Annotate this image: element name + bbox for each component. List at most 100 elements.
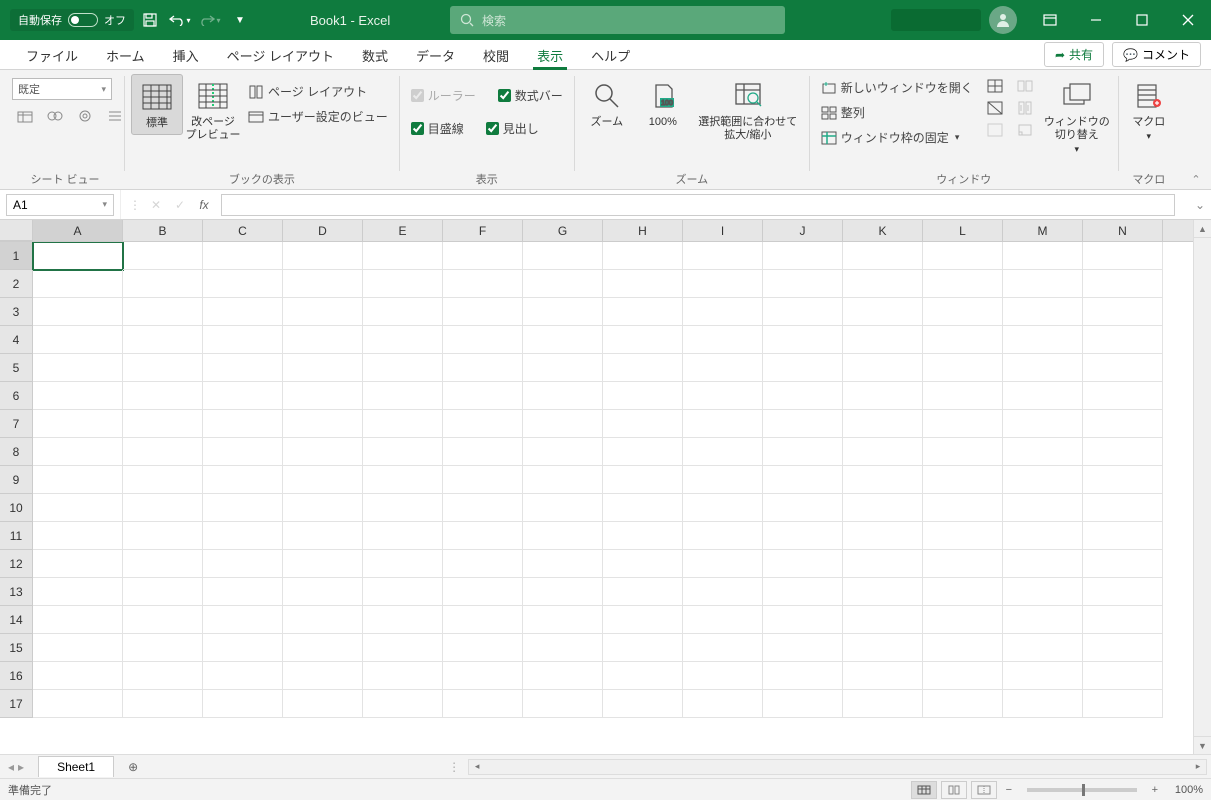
cell[interactable]: [923, 298, 1003, 326]
insert-function-button[interactable]: fx: [195, 198, 213, 212]
share-button[interactable]: ➦共有: [1044, 42, 1104, 67]
cell[interactable]: [1003, 522, 1083, 550]
cell[interactable]: [1083, 298, 1163, 326]
cell[interactable]: [843, 690, 923, 718]
cell[interactable]: [843, 354, 923, 382]
column-header[interactable]: H: [603, 220, 683, 241]
tab-3[interactable]: ページ レイアウト: [213, 40, 348, 69]
cell[interactable]: [603, 634, 683, 662]
cell[interactable]: [203, 634, 283, 662]
normal-view-mode-button[interactable]: [911, 781, 937, 799]
cell[interactable]: [603, 550, 683, 578]
column-header[interactable]: K: [843, 220, 923, 241]
cell[interactable]: [363, 522, 443, 550]
cancel-formula-button[interactable]: ✕: [147, 198, 165, 212]
cell[interactable]: [763, 438, 843, 466]
cell[interactable]: [523, 410, 603, 438]
cell[interactable]: [763, 662, 843, 690]
undo-button[interactable]: ▾: [166, 6, 194, 34]
cell[interactable]: [683, 522, 763, 550]
cell[interactable]: [1003, 550, 1083, 578]
cell[interactable]: [203, 606, 283, 634]
horizontal-scrollbar[interactable]: ◂ ▸: [468, 759, 1207, 775]
search-input[interactable]: 検索: [450, 6, 785, 34]
cell[interactable]: [523, 382, 603, 410]
cell[interactable]: [923, 438, 1003, 466]
cell[interactable]: [523, 606, 603, 634]
cell[interactable]: [843, 410, 923, 438]
cell[interactable]: [123, 522, 203, 550]
cell[interactable]: [923, 410, 1003, 438]
cell[interactable]: [123, 382, 203, 410]
cell[interactable]: [523, 270, 603, 298]
tab-4[interactable]: 数式: [348, 40, 402, 69]
cell[interactable]: [763, 494, 843, 522]
freeze-panes-button[interactable]: ウィンドウ枠の固定▾: [816, 126, 978, 149]
cell[interactable]: [33, 662, 123, 690]
cell[interactable]: [523, 354, 603, 382]
cell[interactable]: [923, 634, 1003, 662]
cell[interactable]: [33, 634, 123, 662]
cell[interactable]: [763, 242, 843, 270]
cell[interactable]: [683, 326, 763, 354]
cell[interactable]: [283, 298, 363, 326]
cell[interactable]: [363, 550, 443, 578]
cell[interactable]: [203, 466, 283, 494]
zoom-out-button[interactable]: −: [1001, 784, 1017, 796]
cell[interactable]: [283, 634, 363, 662]
pagebreak-preview-button[interactable]: 改ページ プレビュー: [187, 74, 239, 146]
tab-0[interactable]: ファイル: [12, 40, 92, 69]
sheetview-select[interactable]: 既定▾: [12, 78, 112, 100]
cell[interactable]: [843, 270, 923, 298]
zoom-100-button[interactable]: 100 100%: [637, 74, 689, 133]
cell[interactable]: [123, 550, 203, 578]
zoom-in-button[interactable]: +: [1147, 784, 1163, 796]
cell[interactable]: [363, 326, 443, 354]
cell[interactable]: [1003, 438, 1083, 466]
split-button[interactable]: [982, 76, 1008, 96]
cell[interactable]: [1083, 410, 1163, 438]
column-header[interactable]: G: [523, 220, 603, 241]
row-header[interactable]: 12: [0, 550, 33, 578]
cell[interactable]: [763, 382, 843, 410]
cell[interactable]: [283, 578, 363, 606]
tab-1[interactable]: ホーム: [92, 40, 159, 69]
expand-formula-bar-button[interactable]: ⌄: [1195, 198, 1211, 212]
column-header[interactable]: N: [1083, 220, 1163, 241]
cell[interactable]: [1083, 662, 1163, 690]
cell[interactable]: [283, 326, 363, 354]
cell[interactable]: [683, 494, 763, 522]
column-header[interactable]: M: [1003, 220, 1083, 241]
cell[interactable]: [1083, 242, 1163, 270]
custom-views-button[interactable]: ユーザー設定のビュー: [243, 105, 393, 128]
cell[interactable]: [203, 550, 283, 578]
cell[interactable]: [763, 606, 843, 634]
cell[interactable]: [683, 634, 763, 662]
cell[interactable]: [603, 522, 683, 550]
column-header[interactable]: A: [33, 220, 123, 241]
cell[interactable]: [1083, 354, 1163, 382]
user-avatar-icon[interactable]: [989, 6, 1017, 34]
cell[interactable]: [363, 578, 443, 606]
cell[interactable]: [123, 634, 203, 662]
cell[interactable]: [923, 550, 1003, 578]
cell[interactable]: [683, 690, 763, 718]
cell[interactable]: [923, 494, 1003, 522]
cell[interactable]: [33, 578, 123, 606]
cell[interactable]: [843, 298, 923, 326]
cell[interactable]: [603, 466, 683, 494]
cell[interactable]: [1083, 466, 1163, 494]
row-header[interactable]: 11: [0, 522, 33, 550]
cell[interactable]: [923, 270, 1003, 298]
cell[interactable]: [603, 298, 683, 326]
cell[interactable]: [603, 270, 683, 298]
cell[interactable]: [283, 494, 363, 522]
maximize-button[interactable]: [1119, 0, 1165, 40]
cell[interactable]: [843, 466, 923, 494]
cell[interactable]: [523, 298, 603, 326]
cell[interactable]: [33, 522, 123, 550]
cell[interactable]: [123, 354, 203, 382]
column-header[interactable]: B: [123, 220, 203, 241]
row-header[interactable]: 4: [0, 326, 33, 354]
cell[interactable]: [443, 298, 523, 326]
